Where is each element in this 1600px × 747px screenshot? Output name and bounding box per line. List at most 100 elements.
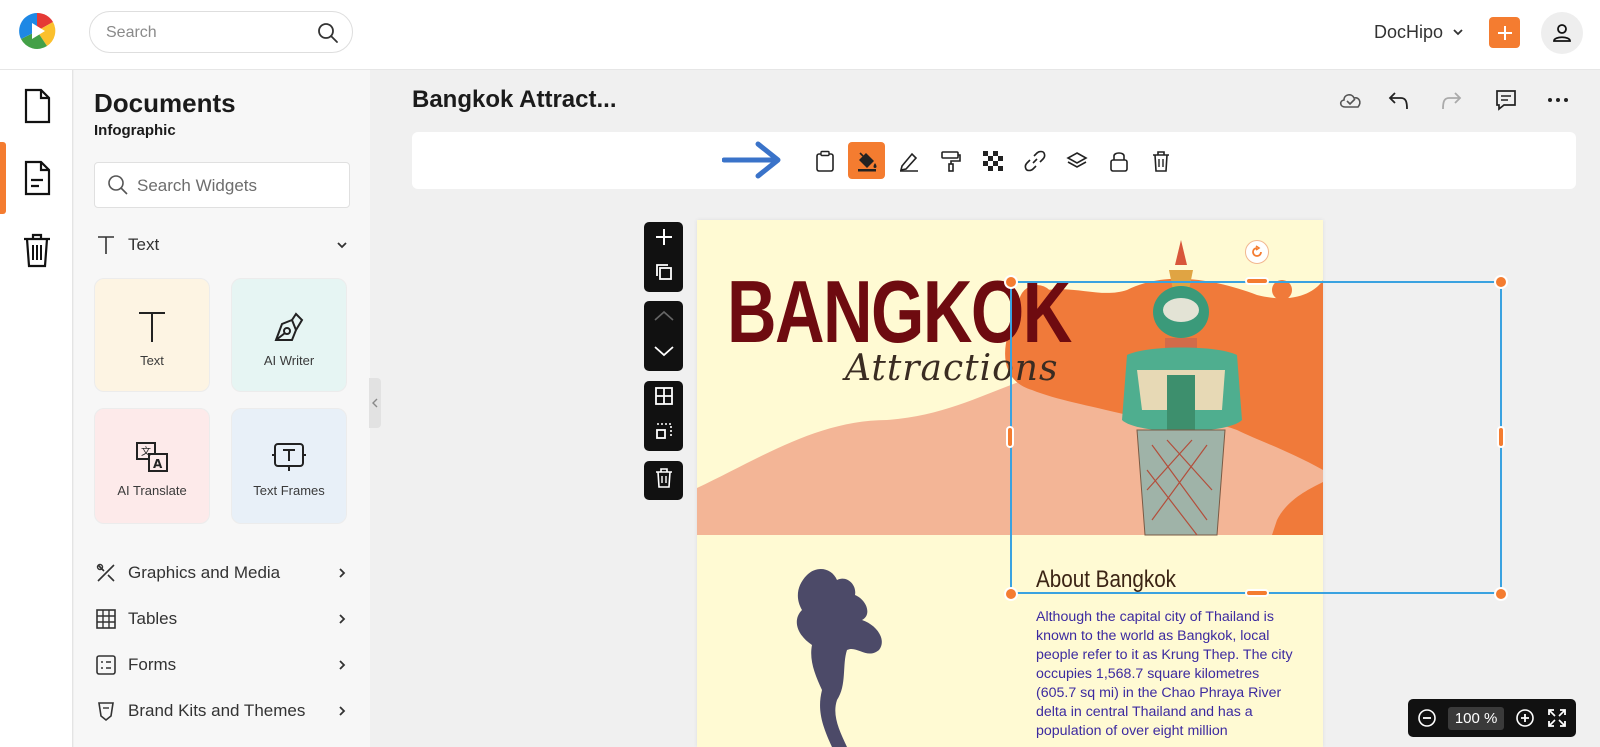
pencil-icon bbox=[899, 152, 918, 172]
plus-icon bbox=[1497, 25, 1512, 40]
about-heading[interactable]: About Bangkok bbox=[1036, 566, 1176, 594]
fill-color-button[interactable] bbox=[848, 142, 885, 179]
checkerboard-icon bbox=[982, 150, 1003, 171]
link-button[interactable] bbox=[1016, 142, 1053, 179]
dochipo-logo[interactable] bbox=[17, 11, 57, 51]
chevron-left-icon bbox=[372, 398, 378, 408]
widget-search[interactable] bbox=[94, 162, 350, 208]
chevron-right-icon bbox=[339, 568, 346, 578]
account-switcher[interactable]: DocHipo bbox=[1374, 20, 1465, 44]
lock-button[interactable] bbox=[1100, 142, 1137, 179]
panel-subtitle: Infographic bbox=[94, 122, 176, 139]
resize-handle-top-left[interactable] bbox=[1004, 275, 1018, 289]
svg-text:A: A bbox=[153, 457, 163, 471]
create-new-button[interactable] bbox=[1489, 17, 1520, 48]
link-icon bbox=[1024, 150, 1045, 171]
rotate-handle[interactable] bbox=[1245, 240, 1269, 264]
widgets-panel: Documents Infographic Text Text AI Write… bbox=[74, 70, 370, 747]
undo-icon[interactable] bbox=[1385, 86, 1413, 114]
page-layout-controls bbox=[644, 381, 683, 451]
chevron-down-icon bbox=[337, 242, 347, 249]
search-input[interactable] bbox=[106, 22, 306, 44]
trash-icon bbox=[1152, 150, 1169, 172]
card-label: AI Translate bbox=[117, 483, 187, 498]
transparency-button[interactable] bbox=[974, 142, 1011, 179]
copy-style-button[interactable] bbox=[932, 142, 969, 179]
section-forms[interactable]: Forms bbox=[94, 650, 350, 680]
widget-search-input[interactable] bbox=[137, 175, 337, 197]
layers-button[interactable] bbox=[1058, 142, 1095, 179]
resize-handle-bottom-left[interactable] bbox=[1004, 587, 1018, 601]
search-icon[interactable] bbox=[316, 21, 340, 45]
resize-handle-top-right[interactable] bbox=[1494, 275, 1508, 289]
section-brand-kits[interactable]: Brand Kits and Themes bbox=[94, 696, 350, 726]
comment-icon[interactable] bbox=[1492, 86, 1520, 114]
left-rail bbox=[0, 70, 73, 747]
select-area-icon[interactable] bbox=[654, 421, 674, 446]
section-label: Text bbox=[128, 235, 160, 254]
add-page-icon[interactable] bbox=[654, 227, 674, 252]
page-delete-control bbox=[644, 461, 683, 500]
widget-card-text-frames[interactable]: Text Frames bbox=[231, 408, 347, 524]
rail-templates[interactable] bbox=[0, 142, 73, 214]
resize-handle-top[interactable] bbox=[1245, 277, 1269, 285]
zoom-level[interactable]: 100 % bbox=[1447, 706, 1505, 730]
rail-trash[interactable] bbox=[0, 214, 73, 286]
cloud-saved-icon[interactable] bbox=[1337, 86, 1365, 114]
document-title[interactable]: Bangkok Attract... bbox=[412, 86, 616, 114]
canvas-subheading[interactable]: Attractions bbox=[845, 348, 1058, 389]
widget-card-ai-writer[interactable]: AI Writer bbox=[231, 278, 347, 392]
chevron-right-icon bbox=[339, 660, 346, 670]
trash-icon[interactable] bbox=[655, 468, 673, 493]
panel-collapse-handle[interactable] bbox=[369, 378, 381, 428]
svg-text:文: 文 bbox=[141, 445, 151, 458]
delete-button[interactable] bbox=[1142, 142, 1179, 179]
trash-icon bbox=[23, 233, 50, 268]
paint-bucket-icon bbox=[857, 151, 876, 171]
table-icon bbox=[94, 607, 118, 631]
redo-icon[interactable] bbox=[1437, 86, 1465, 114]
search-icon bbox=[107, 174, 129, 196]
section-label: Tables bbox=[128, 609, 178, 628]
section-graphics-media[interactable]: Graphics and Media bbox=[94, 558, 350, 588]
widget-card-text[interactable]: Text bbox=[94, 278, 210, 392]
account-name: DocHipo bbox=[1374, 21, 1444, 42]
paste-button[interactable] bbox=[806, 142, 843, 179]
page-add-duplicate-controls bbox=[644, 222, 683, 292]
more-options-icon[interactable] bbox=[1544, 86, 1572, 114]
global-search[interactable] bbox=[89, 11, 353, 53]
design-canvas[interactable]: BANGKOK Attractions About Bangkok Althou… bbox=[697, 220, 1323, 747]
resize-handle-left[interactable] bbox=[1006, 426, 1014, 448]
resize-handle-right[interactable] bbox=[1497, 426, 1505, 448]
text-icon bbox=[94, 233, 118, 257]
card-label: Text Frames bbox=[253, 483, 325, 498]
zoom-in-icon[interactable] bbox=[1514, 707, 1536, 729]
form-icon bbox=[94, 653, 118, 677]
border-color-button[interactable] bbox=[890, 142, 927, 179]
arrow-right-icon bbox=[722, 141, 781, 179]
section-label: Graphics and Media bbox=[128, 563, 281, 582]
user-icon bbox=[1553, 24, 1571, 42]
about-paragraph[interactable]: Although the capital city of Thailand is… bbox=[1036, 608, 1298, 741]
section-text[interactable]: Text bbox=[94, 230, 350, 260]
widget-card-ai-translate[interactable]: 文A AI Translate bbox=[94, 408, 210, 524]
section-tables[interactable]: Tables bbox=[94, 604, 350, 634]
move-down-icon[interactable] bbox=[653, 344, 675, 363]
zoom-controls: 100 % bbox=[1408, 699, 1576, 737]
grid-icon[interactable] bbox=[654, 386, 674, 411]
resize-handle-bottom-right[interactable] bbox=[1494, 587, 1508, 601]
page-move-controls bbox=[644, 301, 683, 371]
text-frame-icon bbox=[271, 439, 307, 475]
chevron-down-icon bbox=[1453, 29, 1463, 36]
canvas-heading[interactable]: BANGKOK bbox=[727, 268, 1072, 356]
fullscreen-icon[interactable] bbox=[1546, 707, 1568, 729]
top-bar: DocHipo bbox=[0, 0, 1600, 70]
move-up-icon[interactable] bbox=[653, 309, 675, 328]
resize-handle-bottom[interactable] bbox=[1245, 589, 1269, 597]
user-menu-button[interactable] bbox=[1541, 12, 1583, 54]
zoom-out-icon[interactable] bbox=[1416, 707, 1438, 729]
duplicate-page-icon[interactable] bbox=[654, 262, 674, 287]
rail-documents[interactable] bbox=[0, 70, 73, 142]
pen-nib-icon bbox=[271, 309, 307, 345]
text-icon bbox=[134, 309, 170, 345]
